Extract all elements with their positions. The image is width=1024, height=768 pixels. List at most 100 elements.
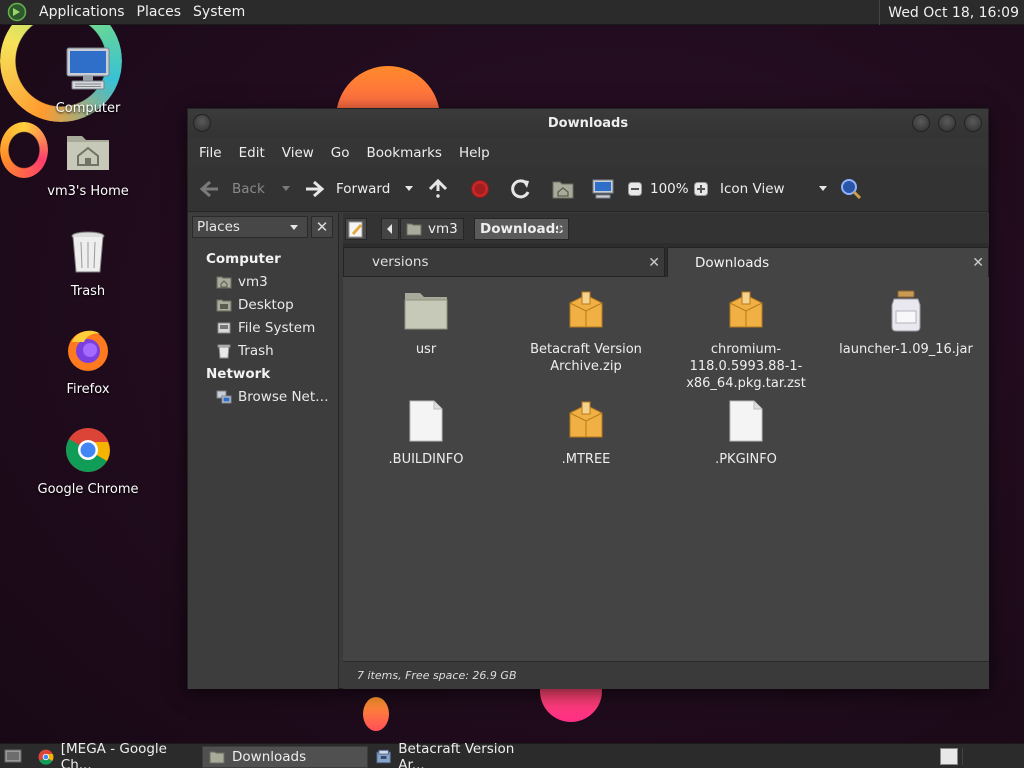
- sidebar-item-desktop[interactable]: Desktop: [216, 297, 294, 313]
- show-desktop-icon[interactable]: [4, 748, 22, 764]
- back-dropdown-icon[interactable]: [281, 185, 291, 193]
- archive-box-icon: [569, 291, 603, 328]
- file-name: .MTREE: [561, 452, 611, 467]
- menu-file[interactable]: File: [193, 145, 228, 161]
- sidebar-item-vm3[interactable]: vm3: [216, 274, 268, 290]
- network-icon: [216, 390, 232, 404]
- location-pathbar: vm3 Downloads: [343, 213, 989, 243]
- menu-bookmarks[interactable]: Bookmarks: [361, 145, 448, 161]
- zoom-level[interactable]: 100%: [650, 167, 689, 211]
- up-arrow-icon: [428, 178, 448, 198]
- trash-icon: [71, 231, 105, 273]
- taskbar-item-label: Betacraft Version Ar...: [398, 741, 515, 768]
- menu-edit[interactable]: Edit: [233, 145, 271, 161]
- sidepane-section-computer: Computer: [206, 251, 281, 267]
- sidebar-item-label: vm3: [238, 274, 268, 290]
- back-button[interactable]: Back: [198, 167, 291, 211]
- stop-button[interactable]: [470, 167, 490, 211]
- taskbar-item-archive-manager[interactable]: Betacraft Version Ar...: [370, 741, 538, 768]
- taskbar-item-chrome[interactable]: [MEGA - Google Ch...: [32, 741, 200, 768]
- menu-go[interactable]: Go: [325, 145, 356, 161]
- minimize-button[interactable]: [912, 114, 930, 132]
- file-name: Betacraft Version Archive.zip: [530, 342, 642, 374]
- reload-icon: [511, 179, 530, 199]
- file-manager-window: Downloads File Edit View Go Bookmarks He…: [187, 108, 989, 689]
- computer-button[interactable]: [592, 167, 614, 211]
- desktop-icon-trash[interactable]: Trash: [33, 228, 143, 299]
- file-name: .PKGINFO: [715, 452, 777, 467]
- file-item-launcher-jar[interactable]: launcher-1.09_16.jar: [831, 289, 981, 358]
- chevron-right-icon[interactable]: [553, 218, 567, 240]
- applications-menu[interactable]: Applications: [33, 4, 131, 20]
- clock[interactable]: Wed Oct 18, 16:09: [879, 0, 1024, 25]
- text-file-icon: [729, 400, 763, 442]
- forward-dropdown-icon[interactable]: [404, 185, 414, 193]
- window-title: Downloads: [547, 116, 629, 131]
- system-menu[interactable]: System: [187, 4, 251, 20]
- menu-help[interactable]: Help: [453, 145, 496, 161]
- view-mode-label: Icon View: [720, 181, 785, 197]
- file-item-betacraft-zip[interactable]: Betacraft Version Archive.zip: [511, 289, 661, 375]
- window-titlebar[interactable]: Downloads: [188, 109, 988, 138]
- desktop-icon-computer[interactable]: Computer: [33, 45, 143, 116]
- file-name: usr: [415, 342, 437, 357]
- maximize-button[interactable]: [938, 114, 956, 132]
- workspace-1[interactable]: [940, 748, 958, 765]
- places-sidepane: Places ✕ Computer vm3 Desktop File Syste…: [188, 213, 339, 689]
- file-icon-view[interactable]: usr Betacraft Version Archive.zip chromi…: [343, 277, 989, 661]
- tab-close-icon[interactable]: ✕: [648, 255, 660, 271]
- desktop-folder-icon: [216, 299, 232, 312]
- desktop-icon-label: vm3's Home: [47, 184, 129, 199]
- menu-view[interactable]: View: [276, 145, 320, 161]
- home-folder-icon: [67, 136, 109, 170]
- file-item-usr[interactable]: usr: [351, 289, 501, 358]
- home-folder-icon: [406, 223, 422, 236]
- sidebar-item-file-system[interactable]: File System: [216, 320, 315, 336]
- reload-button[interactable]: [510, 167, 532, 211]
- breadcrumb-vm3[interactable]: vm3: [400, 218, 464, 240]
- file-item-buildinfo[interactable]: .BUILDINFO: [351, 399, 501, 468]
- tab-close-icon[interactable]: ✕: [972, 255, 984, 271]
- desktop-icon-firefox[interactable]: Firefox: [33, 326, 143, 397]
- taskbar-item-label: [MEGA - Google Ch...: [60, 741, 167, 768]
- zoom-in-button[interactable]: [694, 167, 708, 211]
- sidebar-item-label: Browse Net…: [238, 389, 329, 405]
- zoom-out-button[interactable]: [628, 167, 642, 211]
- taskbar-item-downloads[interactable]: Downloads: [202, 746, 368, 768]
- sidebar-item-trash[interactable]: Trash: [216, 343, 274, 359]
- view-mode-select[interactable]: Icon View: [720, 167, 828, 211]
- up-button[interactable]: [427, 167, 449, 211]
- places-menu[interactable]: Places: [131, 4, 188, 20]
- stop-icon: [471, 180, 489, 198]
- toggle-location-entry-button[interactable]: [345, 218, 367, 240]
- desktop-icon-home[interactable]: vm3's Home: [33, 128, 143, 199]
- home-button[interactable]: [552, 167, 574, 211]
- sidebar-item-label: File System: [238, 320, 316, 336]
- pathbar-scroll-left[interactable]: [381, 218, 399, 240]
- desktop-icon-chrome[interactable]: Google Chrome: [33, 426, 143, 497]
- archive-box-icon: [729, 291, 763, 328]
- file-item-mtree[interactable]: .MTREE: [511, 399, 661, 468]
- search-button[interactable]: [840, 167, 862, 211]
- file-item-pkginfo[interactable]: .PKGINFO: [671, 399, 821, 468]
- window-menu-button[interactable]: [193, 114, 211, 132]
- sidepane-close-button[interactable]: ✕: [311, 216, 333, 238]
- tab-label: Downloads: [695, 254, 770, 271]
- close-button[interactable]: [964, 114, 982, 132]
- forward-button[interactable]: Forward: [302, 167, 414, 211]
- chevron-left-icon: [387, 224, 392, 234]
- file-item-chromium-pkg[interactable]: chromium-118.0.5993.88-1-x86_64.pkg.tar.…: [671, 289, 821, 392]
- breadcrumb-label: vm3: [428, 221, 458, 237]
- sidebar-item-label: Trash: [238, 343, 274, 359]
- sidepane-selector[interactable]: Places: [192, 216, 308, 238]
- tab-versions[interactable]: versions ✕: [343, 247, 665, 277]
- wallpaper-small-orange: [363, 697, 389, 731]
- tab-label: versions: [372, 254, 429, 270]
- mate-logo-icon[interactable]: [7, 2, 27, 22]
- chevron-down-icon: [290, 225, 298, 230]
- desktop-icon-label: Firefox: [66, 382, 110, 397]
- file-name: .BUILDINFO: [388, 452, 464, 467]
- sidebar-item-browse-network[interactable]: Browse Net…: [216, 389, 329, 405]
- tab-downloads[interactable]: Downloads ✕: [667, 247, 989, 277]
- workspace-2[interactable]: [962, 748, 1022, 765]
